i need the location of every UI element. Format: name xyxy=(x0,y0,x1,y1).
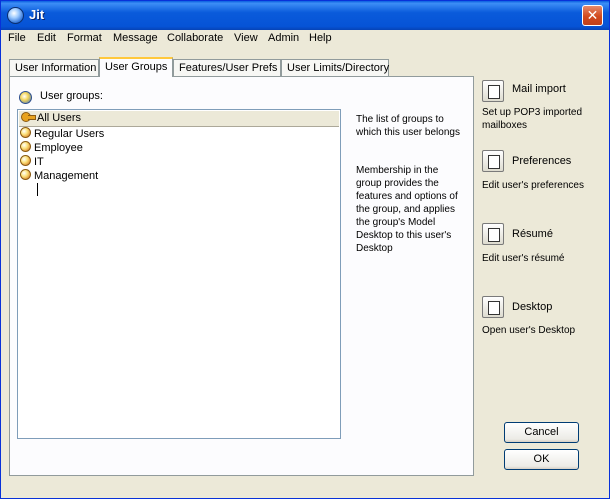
menu-file[interactable]: File xyxy=(8,32,26,44)
tab-user-limits-directory[interactable]: User Limits/Directory xyxy=(281,59,389,77)
group-icon xyxy=(20,169,31,180)
mail-import-desc-2: mailboxes xyxy=(482,120,528,131)
ok-button[interactable]: OK xyxy=(504,449,579,470)
close-button[interactable]: ✕ xyxy=(582,5,603,26)
desktop-desc: Open user's Desktop xyxy=(482,325,576,336)
app-logo-icon xyxy=(7,7,24,24)
resume-desc: Edit user's résumé xyxy=(482,253,565,264)
membership-description: Membership in the group provides the fea… xyxy=(356,165,458,254)
tab-features-user-prefs[interactable]: Features/User Prefs xyxy=(173,59,281,77)
group-icon xyxy=(20,127,31,138)
group-name: IT xyxy=(34,156,44,168)
preferences-desc: Edit user's preferences xyxy=(482,180,584,191)
list-header-row: All Users xyxy=(21,112,81,126)
title-bar[interactable]: Jit ✕ xyxy=(1,1,609,30)
group-icon xyxy=(20,141,31,152)
jit-window: Jit ✕ File Edit Format Message Collabora… xyxy=(0,0,610,499)
menu-admin[interactable]: Admin xyxy=(268,32,299,44)
menu-message[interactable]: Message xyxy=(113,32,158,44)
list-header: All Users xyxy=(19,111,339,127)
window-title: Jit xyxy=(29,7,45,22)
group-name: Management xyxy=(34,170,99,182)
tab-user-information[interactable]: User Information xyxy=(9,59,99,77)
cancel-button[interactable]: Cancel xyxy=(504,422,579,443)
tab-user-groups[interactable]: User Groups xyxy=(99,57,173,77)
desktop-title[interactable]: Desktop xyxy=(512,301,552,313)
menu-view[interactable]: View xyxy=(234,32,258,44)
all-users-label: All Users xyxy=(37,112,82,124)
text-caret xyxy=(37,183,38,196)
group-name: Regular Users xyxy=(34,128,105,140)
menu-help[interactable]: Help xyxy=(309,32,332,44)
menu-edit[interactable]: Edit xyxy=(37,32,56,44)
preferences-icon[interactable] xyxy=(482,150,504,172)
user-groups-label: User groups: xyxy=(40,90,103,102)
resume-icon[interactable] xyxy=(482,223,504,245)
resume-title[interactable]: Résumé xyxy=(512,228,553,240)
menu-bar: File Edit Format Message Collaborate Vie… xyxy=(1,30,609,48)
menu-collaborate[interactable]: Collaborate xyxy=(167,32,223,44)
mail-import-title[interactable]: Mail import xyxy=(512,83,566,95)
groups-description: The list of groups to which this user be… xyxy=(356,114,460,138)
list-item[interactable]: Regular Users xyxy=(20,127,104,141)
desktop-icon[interactable] xyxy=(482,296,504,318)
group-icon xyxy=(20,155,31,166)
user-groups-icon xyxy=(19,91,32,104)
key-icon xyxy=(21,112,36,122)
group-name: Employee xyxy=(34,142,83,154)
menu-format[interactable]: Format xyxy=(67,32,102,44)
mail-import-icon[interactable] xyxy=(482,80,504,102)
user-groups-list[interactable]: All Users Regular Users Employee IT Mana… xyxy=(17,109,341,439)
mail-import-desc-1: Set up POP3 imported xyxy=(482,107,583,118)
list-item[interactable]: Management xyxy=(20,169,98,183)
list-item[interactable]: Employee xyxy=(20,141,83,155)
list-item[interactable]: IT xyxy=(20,155,44,169)
preferences-title[interactable]: Preferences xyxy=(512,155,571,167)
